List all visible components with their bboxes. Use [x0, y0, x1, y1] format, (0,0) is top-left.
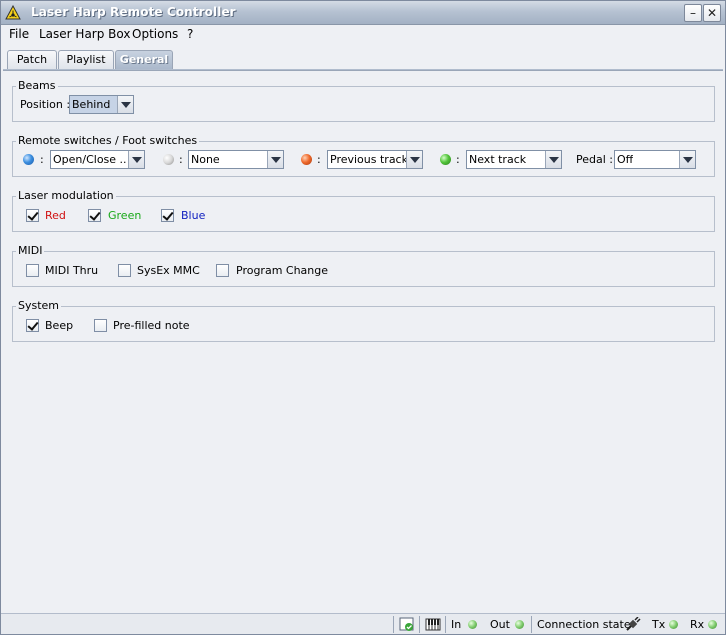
tx-label: Tx — [652, 618, 666, 631]
switch-1-colon: : — [40, 153, 44, 166]
switch-1-select[interactable]: Open/Close ... — [50, 150, 145, 169]
tab-playlist[interactable]: Playlist — [58, 50, 114, 70]
rx-led-icon — [708, 620, 717, 629]
connection-state-label: Connection state — [537, 618, 631, 631]
orange-led-icon — [301, 154, 312, 165]
switch-4-value: Next track — [469, 153, 527, 166]
beep-checkbox[interactable] — [26, 319, 39, 332]
pedal-value: Off — [617, 153, 634, 166]
red-label: Red — [45, 209, 66, 222]
menu-options[interactable]: Options — [132, 27, 178, 41]
connected-check-icon[interactable] — [399, 617, 415, 632]
tx-led-icon — [669, 620, 678, 629]
switch-4-select[interactable]: Next track — [466, 150, 562, 169]
chevron-down-icon[interactable] — [406, 151, 422, 168]
chevron-down-icon[interactable] — [117, 96, 133, 113]
midi-out-label: Out — [490, 618, 510, 631]
menu-help[interactable]: ? — [187, 27, 193, 41]
menu-file[interactable]: File — [9, 27, 29, 41]
plug-icon — [626, 617, 641, 631]
switch-3-colon: : — [317, 153, 321, 166]
beams-legend: Beams — [16, 79, 58, 92]
blue-label: Blue — [181, 209, 206, 222]
blue-led-icon — [23, 154, 34, 165]
system-legend: System — [16, 299, 62, 312]
menu-bar: File Laser Harp Box Options ? — [1, 25, 725, 45]
laser-warning-icon — [5, 5, 21, 20]
midi-group: MIDI MIDI Thru SysEx MMC Program Change — [12, 244, 715, 287]
sysex-mmc-checkbox[interactable] — [118, 264, 131, 277]
switch-4-colon: : — [456, 153, 460, 166]
green-led-icon — [440, 154, 451, 165]
program-change-label: Program Change — [236, 264, 329, 277]
chevron-down-icon[interactable] — [267, 151, 283, 168]
menu-laser-harp-box[interactable]: Laser Harp Box — [39, 27, 130, 41]
pre-filled-note-label: Pre-filled note — [113, 319, 190, 332]
status-separator — [393, 616, 394, 633]
status-separator — [531, 616, 532, 633]
position-select[interactable]: Behind — [69, 95, 134, 114]
switch-2-select[interactable]: None — [188, 150, 284, 169]
pre-filled-note-checkbox[interactable] — [94, 319, 107, 332]
status-bar: In Out Connection state Tx Rx — [1, 613, 725, 634]
position-label: Position : — [20, 98, 71, 111]
status-separator — [445, 616, 446, 633]
switches-legend: Remote switches / Foot switches — [16, 134, 200, 147]
white-led-icon — [163, 154, 174, 165]
minimize-icon: – — [690, 6, 696, 20]
tab-general[interactable]: General — [115, 50, 173, 70]
title-bar[interactable]: Laser Harp Remote Controller – ✕ — [1, 1, 725, 25]
midi-in-led-icon — [468, 620, 477, 629]
midi-thru-label: MIDI Thru — [45, 264, 99, 277]
main-window: Laser Harp Remote Controller – ✕ File La… — [0, 0, 726, 635]
midi-out-led-icon — [515, 620, 524, 629]
red-checkbox[interactable] — [26, 209, 39, 222]
program-change-checkbox[interactable] — [216, 264, 229, 277]
sysex-mmc-label: SysEx MMC — [137, 264, 200, 277]
beams-group: Beams Position : Behind — [12, 79, 715, 122]
laser-modulation-legend: Laser modulation — [16, 189, 116, 202]
close-icon: ✕ — [706, 6, 718, 20]
tab-patch[interactable]: Patch — [7, 50, 57, 70]
blue-checkbox[interactable] — [161, 209, 174, 222]
close-button[interactable]: ✕ — [703, 4, 721, 22]
position-value: Behind — [72, 98, 111, 111]
green-checkbox[interactable] — [88, 209, 101, 222]
beep-label: Beep — [45, 319, 74, 332]
system-group: System Beep Pre-filled note — [12, 299, 715, 342]
status-separator — [419, 616, 420, 633]
chevron-down-icon[interactable] — [679, 151, 695, 168]
switch-3-select[interactable]: Previous track — [327, 150, 423, 169]
minimize-button[interactable]: – — [684, 4, 702, 22]
general-panel: Beams Position : Behind Remote switches … — [3, 71, 723, 611]
switch-3-value: Previous track — [330, 153, 408, 166]
switches-group: Remote switches / Foot switches : Open/C… — [12, 134, 715, 177]
pedal-label: Pedal : — [576, 153, 613, 166]
chevron-down-icon[interactable] — [128, 151, 144, 168]
laser-modulation-group: Laser modulation Red Green Blue — [12, 189, 715, 232]
green-label: Green — [108, 209, 142, 222]
midi-in-label: In — [451, 618, 462, 631]
switch-2-colon: : — [179, 153, 183, 166]
chevron-down-icon[interactable] — [545, 151, 561, 168]
rx-label: Rx — [690, 618, 705, 631]
switch-2-value: None — [191, 153, 220, 166]
midi-legend: MIDI — [16, 244, 45, 257]
keyboard-icon[interactable] — [425, 617, 441, 632]
midi-thru-checkbox[interactable] — [26, 264, 39, 277]
pedal-select[interactable]: Off — [614, 150, 696, 169]
window-title: Laser Harp Remote Controller — [31, 5, 236, 19]
switch-1-value: Open/Close ... — [53, 153, 127, 166]
